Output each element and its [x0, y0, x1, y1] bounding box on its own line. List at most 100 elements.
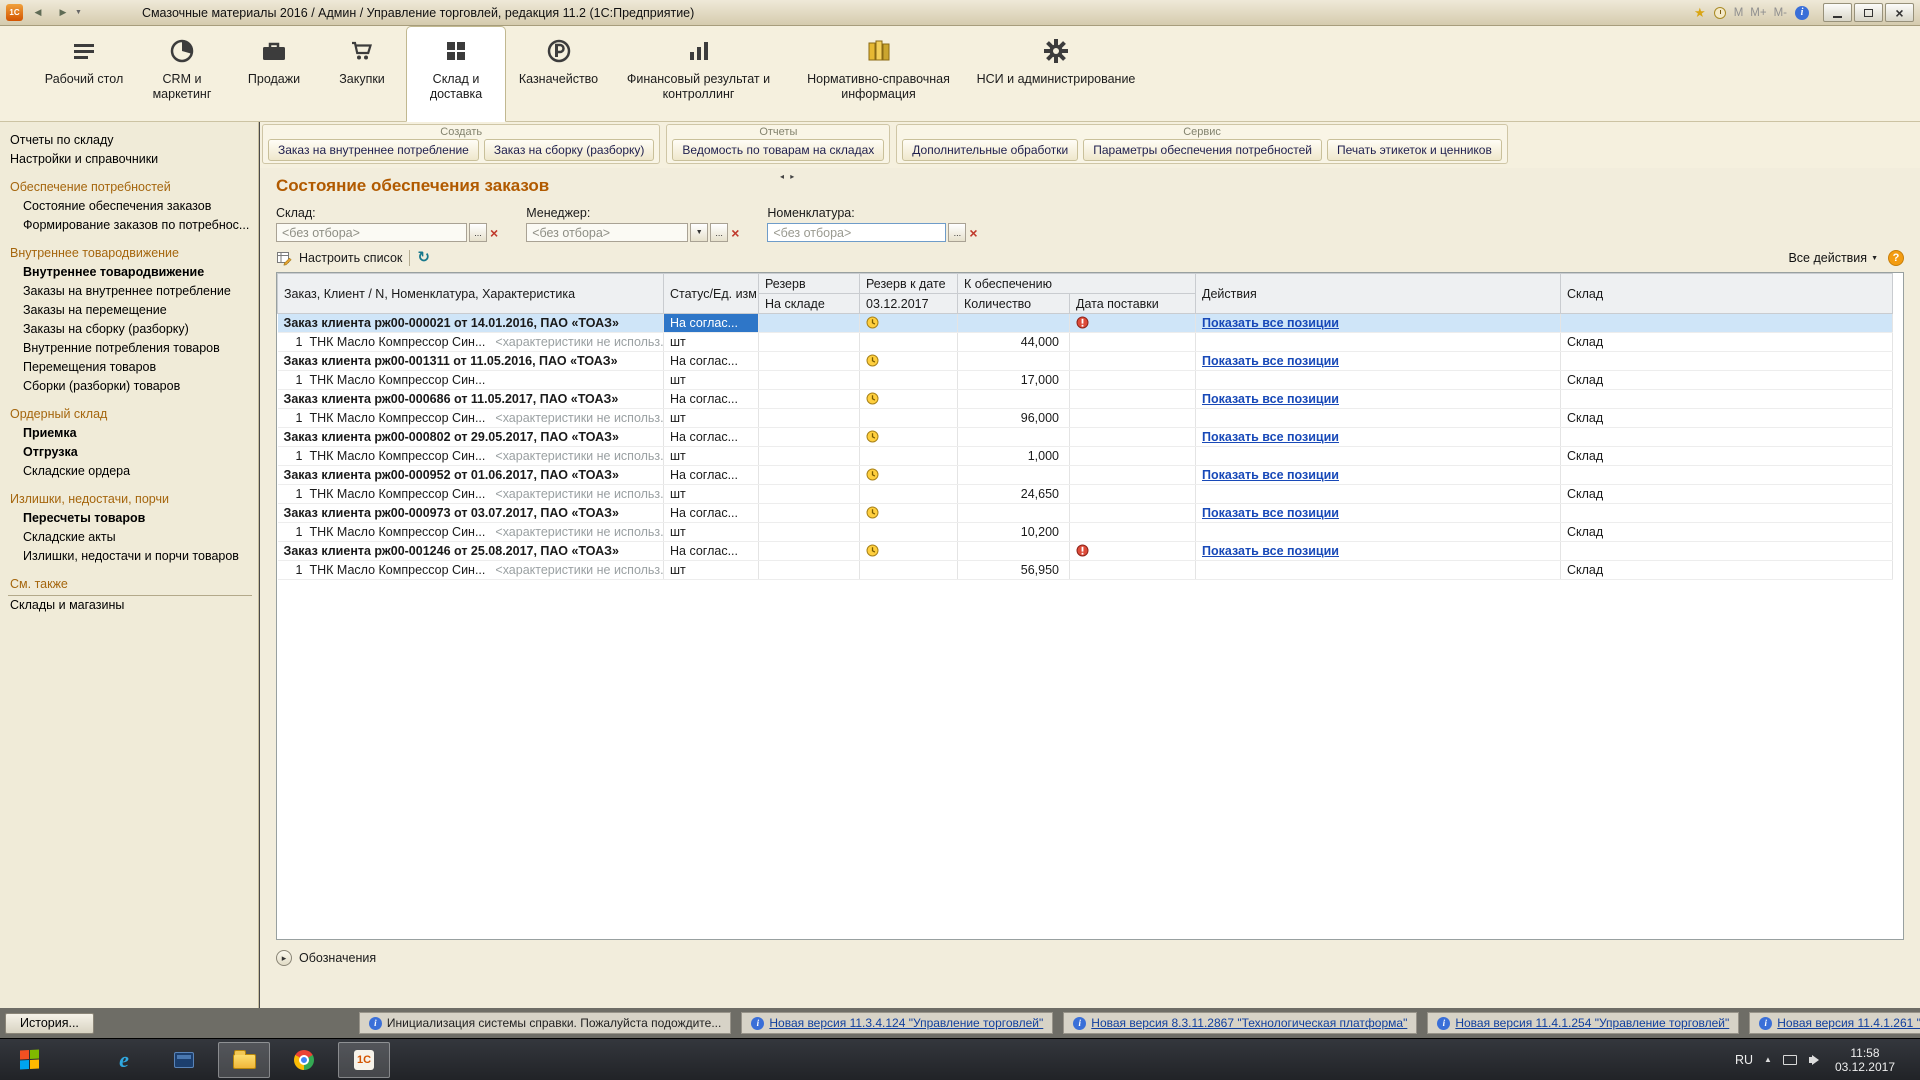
reserve-cell[interactable]: [759, 447, 860, 466]
reserve-date-cell[interactable]: [860, 561, 958, 580]
sidebar-item-order-supply-state[interactable]: Состояние обеспечения заказов: [8, 196, 252, 215]
item-unit-cell[interactable]: шт: [664, 371, 759, 390]
help-icon[interactable]: ?: [1888, 250, 1904, 266]
item-unit-cell[interactable]: шт: [664, 409, 759, 428]
warehouse-picker-button[interactable]: ...: [469, 223, 487, 242]
column-subheader-qty[interactable]: Количество: [958, 294, 1070, 314]
supply-date-cell[interactable]: [1070, 466, 1196, 485]
item-name-cell[interactable]: 1ТНК Масло Компрессор Син...<характерист…: [278, 523, 664, 542]
status-message[interactable]: i Новая версия 11.4.1.261 "Управление то…: [1749, 1012, 1920, 1034]
item-unit-cell[interactable]: шт: [664, 485, 759, 504]
supply-qty-cell[interactable]: [958, 352, 1070, 371]
warehouse-cell[interactable]: Склад: [1561, 523, 1893, 542]
order-status-cell[interactable]: На соглас...: [664, 428, 759, 447]
about-info-icon[interactable]: i: [1795, 6, 1809, 20]
all-actions-button[interactable]: Все действия ▼: [1788, 251, 1878, 265]
sidebar-item-internal-goods[interactable]: Внутреннее товародвижение: [8, 262, 252, 281]
reserve-date-cell[interactable]: [860, 447, 958, 466]
tab-sales[interactable]: Продажи: [230, 26, 318, 121]
status-message[interactable]: i Новая версия 8.3.11.2867 "Технологичес…: [1063, 1012, 1417, 1034]
supply-date-cell[interactable]: [1070, 314, 1196, 333]
reserve-cell[interactable]: [759, 352, 860, 371]
order-title-cell[interactable]: Заказ клиента рж00-000686 от 11.05.2017,…: [278, 390, 664, 409]
forward-button[interactable]: ▶: [53, 4, 73, 22]
supply-qty-cell[interactable]: 1,000: [958, 447, 1070, 466]
back-button[interactable]: ◀: [28, 4, 48, 22]
warehouse-cell[interactable]: [1561, 542, 1893, 561]
status-message[interactable]: i Инициализация системы справки. Пожалуй…: [359, 1012, 731, 1034]
reserve-date-cell[interactable]: [860, 542, 958, 561]
close-button[interactable]: ×: [1885, 3, 1914, 22]
warehouse-cell[interactable]: [1561, 428, 1893, 447]
manager-filter-input[interactable]: <без отбора>: [526, 223, 688, 242]
history-dropdown-icon[interactable]: ▼: [75, 9, 82, 16]
print-labels-button[interactable]: Печать этикеток и ценников: [1327, 139, 1502, 161]
supply-date-cell[interactable]: [1070, 371, 1196, 390]
mdi-mminus-button[interactable]: M-: [1774, 7, 1787, 19]
show-all-positions-link[interactable]: Показать все позиции: [1202, 316, 1339, 330]
network-icon[interactable]: [1783, 1055, 1797, 1065]
table-row-item[interactable]: 1ТНК Масло Компрессор Син... шт 17,000 С…: [278, 371, 1893, 390]
actions-cell[interactable]: [1196, 485, 1561, 504]
sidebar-item-goods-movements[interactable]: Перемещения товаров: [8, 357, 252, 376]
manager-picker-button[interactable]: ...: [710, 223, 728, 242]
nomenclature-filter-input[interactable]: <без отбора>: [767, 223, 946, 242]
sidebar-item-shipping[interactable]: Отгрузка: [8, 442, 252, 461]
supply-qty-cell[interactable]: [958, 314, 1070, 333]
actions-cell[interactable]: Показать все позиции: [1196, 504, 1561, 523]
table-row-order[interactable]: Заказ клиента рж00-000021 от 14.01.2016,…: [278, 314, 1893, 333]
column-header-order[interactable]: Заказ, Клиент / N, Номенклатура, Характе…: [278, 274, 664, 314]
supply-date-cell[interactable]: [1070, 447, 1196, 466]
status-message[interactable]: i Новая версия 11.3.4.124 "Управление то…: [741, 1012, 1053, 1034]
sidebar-item-order-forming[interactable]: Формирование заказов по потребнос...: [8, 215, 252, 234]
order-title-cell[interactable]: Заказ клиента рж00-000952 от 01.06.2017,…: [278, 466, 664, 485]
supply-qty-cell[interactable]: [958, 390, 1070, 409]
reserve-date-cell[interactable]: [860, 428, 958, 447]
sidebar-item-settings[interactable]: Настройки и справочники: [8, 149, 252, 168]
goods-statement-report-button[interactable]: Ведомость по товарам на складах: [672, 139, 884, 161]
supply-date-cell[interactable]: [1070, 352, 1196, 371]
panel-splitter-icon[interactable]: ◂ ▸: [780, 172, 796, 181]
sidebar-item-assemblies[interactable]: Сборки (разборки) товаров: [8, 376, 252, 395]
item-name-cell[interactable]: 1ТНК Масло Компрессор Син...<характерист…: [278, 447, 664, 466]
supply-qty-cell[interactable]: 24,650: [958, 485, 1070, 504]
warehouse-clear-button[interactable]: ×: [490, 226, 498, 240]
mdi-mplus-button[interactable]: M+: [1750, 7, 1766, 19]
tab-treasury[interactable]: Казначейство: [506, 26, 611, 121]
reserve-cell[interactable]: [759, 561, 860, 580]
reserve-cell[interactable]: [759, 542, 860, 561]
item-unit-cell[interactable]: шт: [664, 523, 759, 542]
tab-desktop[interactable]: Рабочий стол: [34, 26, 134, 121]
table-row-order[interactable]: Заказ клиента рж00-001246 от 25.08.2017,…: [278, 542, 1893, 561]
column-header-reserve[interactable]: Резерв: [759, 274, 860, 294]
reserve-date-cell[interactable]: [860, 466, 958, 485]
order-status-cell[interactable]: На соглас...: [664, 390, 759, 409]
warehouse-cell[interactable]: Склад: [1561, 371, 1893, 390]
show-all-positions-link[interactable]: Показать все позиции: [1202, 430, 1339, 444]
history-clock-icon[interactable]: [1714, 7, 1726, 19]
show-all-positions-link[interactable]: Показать все позиции: [1202, 506, 1339, 520]
sidebar-item-internal-consumptions[interactable]: Внутренние потребления товаров: [8, 338, 252, 357]
actions-cell[interactable]: [1196, 333, 1561, 352]
manager-dropdown-button[interactable]: ▼: [690, 223, 708, 242]
supply-date-cell[interactable]: [1070, 523, 1196, 542]
reserve-date-cell[interactable]: [860, 352, 958, 371]
sidebar-item-warehouse-acts[interactable]: Складские акты: [8, 527, 252, 546]
warehouse-cell[interactable]: Склад: [1561, 485, 1893, 504]
warehouse-cell[interactable]: [1561, 314, 1893, 333]
column-subheader-onstock[interactable]: На складе: [759, 294, 860, 314]
reserve-date-cell[interactable]: [860, 523, 958, 542]
sidebar-item-move-orders[interactable]: Заказы на перемещение: [8, 300, 252, 319]
table-row-order[interactable]: Заказ клиента рж00-000686 от 11.05.2017,…: [278, 390, 1893, 409]
create-assembly-order-button[interactable]: Заказ на сборку (разборку): [484, 139, 655, 161]
sidebar-item-receiving[interactable]: Приемка: [8, 423, 252, 442]
status-message[interactable]: i Новая версия 11.4.1.254 "Управление то…: [1427, 1012, 1739, 1034]
nomenclature-clear-button[interactable]: ×: [969, 226, 977, 240]
language-indicator[interactable]: RU: [1735, 1053, 1753, 1067]
sidebar-item-surplus-shortage[interactable]: Излишки, недостачи и порчи товаров: [8, 546, 252, 565]
column-subheader-supply-date[interactable]: Дата поставки: [1070, 294, 1196, 314]
order-status-cell[interactable]: На соглас...: [664, 466, 759, 485]
actions-cell[interactable]: Показать все позиции: [1196, 314, 1561, 333]
actions-cell[interactable]: [1196, 561, 1561, 580]
sidebar-item-warehouse-orders[interactable]: Складские ордера: [8, 461, 252, 480]
